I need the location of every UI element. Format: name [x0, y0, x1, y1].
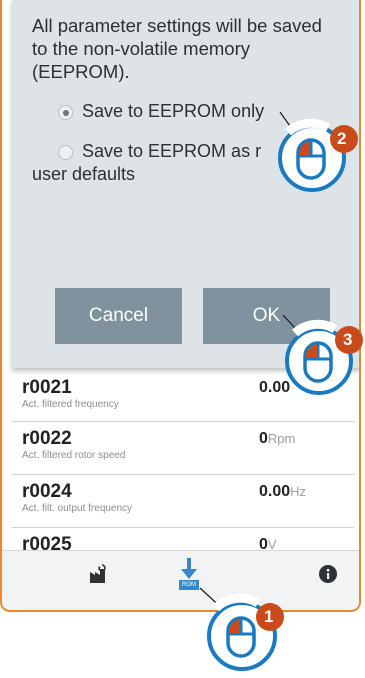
parameter-id: r0024 — [22, 481, 72, 502]
parameter-id: r0021 — [22, 377, 72, 398]
mouse-click-callout: 3 — [279, 303, 365, 403]
info-icon[interactable] — [319, 565, 337, 583]
parameter-description: Act. filtered rotor speed — [22, 450, 126, 461]
callout-number: 1 — [264, 607, 274, 626]
cancel-button[interactable]: Cancel — [55, 288, 182, 344]
callout-number: 2 — [337, 129, 347, 148]
parameter-value: 0.00Hz — [259, 483, 307, 500]
radio-save-eeprom-user-defaults[interactable] — [58, 145, 73, 160]
bottom-toolbar: ROM — [2, 550, 359, 610]
parameter-id: r0022 — [22, 428, 72, 449]
radio-save-eeprom-only[interactable] — [58, 105, 73, 120]
parameter-description: Act. filt. output frequency — [22, 503, 133, 514]
option-save-eeprom-user-defaults-line2: user defaults — [32, 164, 136, 184]
callout-number: 3 — [343, 330, 353, 349]
parameter-description: Act. filtered frequency — [22, 399, 119, 410]
option-save-eeprom-user-defaults[interactable]: Save to EEPROM as r — [82, 140, 261, 163]
dialog-message: All parameter settings will be saved to … — [32, 15, 322, 82]
parameter-value: 0Rpm — [259, 430, 296, 447]
mouse-click-callout: 2 — [268, 108, 363, 203]
rom-label: ROM — [182, 582, 196, 588]
table-row[interactable]: r0022 Act. filtered rotor speed 0Rpm — [12, 422, 354, 475]
factory-reset-icon[interactable] — [88, 563, 110, 585]
mouse-click-callout: 1 — [196, 578, 296, 678]
option-save-eeprom-only[interactable]: Save to EEPROM only — [82, 100, 264, 123]
table-row[interactable]: r0024 Act. filt. output frequency 0.00Hz — [12, 475, 354, 528]
